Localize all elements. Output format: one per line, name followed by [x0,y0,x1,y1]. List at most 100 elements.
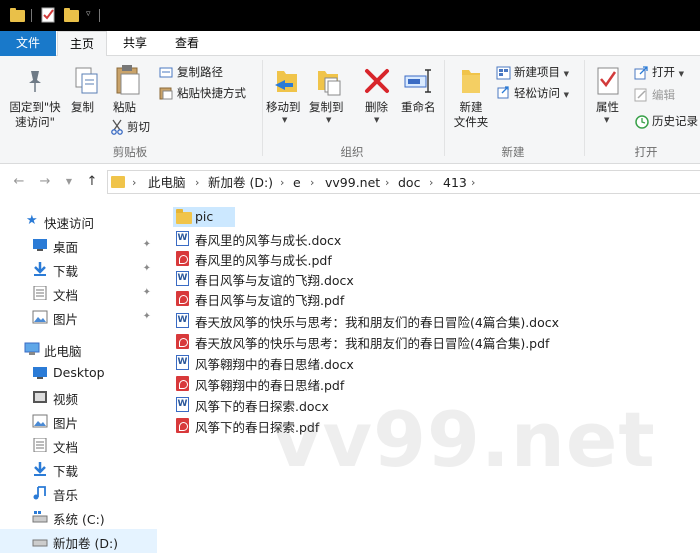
chevron-down-icon: ▼ [604,116,610,124]
paste-button[interactable]: 粘贴 [113,100,136,115]
breadcrumb-separator[interactable]: › [195,174,199,192]
list-item[interactable]: 春日风筝与友谊的飞翔.docx [173,268,693,288]
documents-icon [32,285,48,301]
pin-label-line2: 速访问" [15,115,55,129]
word-document-icon [176,397,189,412]
nav-item-downloads[interactable]: 下载 [0,457,157,481]
delete-button[interactable]: 删除 [365,100,388,115]
new-item-button[interactable]: 新建项目 ▼ [514,65,569,82]
breadcrumb-separator[interactable]: › [385,174,389,192]
new-folder-label-2: 文件夹 [453,115,489,129]
list-item[interactable]: 春风里的风筝与成长.docx [173,228,693,248]
list-item[interactable]: 风筝翱翔中的春日思绪.pdf [173,373,693,393]
file-name: 春天放风筝的快乐与思考：我和朋友们的春日冒险(4篇合集).pdf [195,336,550,351]
pdf-icon [176,376,189,391]
group-separator [444,60,445,156]
new-item-icon [496,66,512,83]
list-item[interactable]: 春天放风筝的快乐与思考：我和朋友们的春日冒险(4篇合集).pdf [173,331,693,351]
pin-icon[interactable]: ✦ [143,311,151,322]
nav-item-pictures[interactable]: 图片 ✦ [0,305,157,329]
nav-label: 此电脑 [44,344,82,359]
easy-access-button[interactable]: 轻松访问 ▼ [514,86,569,103]
new-folder-button[interactable]: 新建 文件夹 [447,100,495,130]
folder-icon[interactable] [10,7,25,24]
breadcrumb-separator[interactable]: › [132,174,136,192]
chevron-down-icon[interactable]: ▼ [60,173,78,191]
nav-item-downloads[interactable]: 下载 ✦ [0,257,157,281]
paste-shortcut-button[interactable]: 粘贴快捷方式 [177,86,246,101]
nav-item-desktop[interactable]: 桌面 ✦ [0,233,157,257]
open-label: 打开 [652,65,675,79]
breadcrumb-separator[interactable]: › [280,174,284,192]
chevron-down-icon: ▼ [563,70,570,78]
address-bar[interactable]: › 此电脑 › 新加卷 (D:) › e › vv99.net › doc › … [107,170,700,194]
breadcrumb-vv99[interactable]: vv99.net [325,174,380,192]
nav-item-documents[interactable]: 文档 ✦ [0,281,157,305]
history-button[interactable]: 历史记录 [652,114,698,129]
checkmark-properties-icon[interactable] [41,7,56,24]
list-item[interactable]: 春风里的风筝与成长.pdf [173,248,693,268]
pin-icon[interactable]: ✦ [143,263,151,274]
paste-icon [114,64,142,99]
nav-item-drive-d[interactable]: 新加卷 (D:) [0,529,157,553]
nav-item-drive-c[interactable]: 系统 (C:) [0,505,157,529]
nav-quick-access[interactable]: ★ 快速访问 [0,209,157,233]
rename-button[interactable]: 重命名 [401,100,436,115]
navigation-pane: ★ 快速访问 桌面 ✦ 下载 ✦ 文档 ✦ 图片 ✦ 此电脑 Desktop 视… [0,201,157,553]
properties-button[interactable]: 属性 [596,100,619,115]
nav-item-videos[interactable]: 视频 [0,385,157,409]
list-item[interactable]: 春天放风筝的快乐与思考：我和朋友们的春日冒险(4篇合集).docx [173,310,693,330]
breadcrumb-413[interactable]: 413 [443,174,467,192]
file-name: 春天放风筝的快乐与思考：我和朋友们的春日冒险(4篇合集).docx [195,315,560,330]
open-button[interactable]: 打开 ▼ [652,65,684,82]
list-item[interactable]: 风筝翱翔中的春日思绪.docx [173,352,693,372]
breadcrumb-separator[interactable]: › [429,174,433,192]
breadcrumb-separator[interactable]: › [471,174,475,192]
breadcrumb-this-pc[interactable]: 此电脑 [148,174,186,192]
copy-button[interactable]: 复制 [71,100,94,115]
folder-icon[interactable] [64,7,79,24]
move-to-button[interactable]: 移动到 [266,100,301,115]
nav-this-pc[interactable]: 此电脑 [0,337,157,361]
breadcrumb-separator[interactable]: › [310,174,314,192]
word-document-icon [176,271,189,286]
copy-icon [74,66,100,99]
ribbon-tabs: 文件 主页 共享 查看 [0,31,700,57]
nav-item-documents[interactable]: 文档 [0,433,157,457]
new-item-label: 新建项目 [514,65,560,79]
pin-icon[interactable]: ✦ [143,239,151,250]
new-folder-icon [459,66,483,99]
tab-share[interactable]: 共享 [110,31,160,56]
pdf-icon [176,334,189,349]
video-icon [32,390,48,404]
nav-item-music[interactable]: 音乐 [0,481,157,505]
tab-view[interactable]: 查看 [162,31,212,56]
group-separator [584,60,585,156]
copy-to-button[interactable]: 复制到 [309,100,344,115]
cut-button[interactable]: 剪切 [127,120,150,135]
list-item[interactable]: 春日风筝与友谊的飞翔.pdf [173,288,693,308]
nav-item-desktop[interactable]: Desktop [0,361,157,385]
dropdown-icon[interactable]: ▿ [86,9,91,19]
nav-label: 音乐 [53,488,79,503]
title-bar: ▿ [0,0,700,31]
star-icon: ★ [26,213,38,228]
breadcrumb-e[interactable]: e [293,174,301,192]
paste-shortcut-icon [159,86,173,103]
breadcrumb-drive-d[interactable]: 新加卷 (D:) [208,174,273,192]
tab-file[interactable]: 文件 [0,31,56,56]
copy-path-button[interactable]: 复制路径 [177,65,223,80]
nav-label: Desktop [53,365,105,380]
back-arrow-icon[interactable]: ← [10,173,28,191]
up-arrow-icon[interactable]: ↑ [83,173,101,191]
forward-arrow-icon[interactable]: → [36,173,54,191]
pictures-icon [32,310,48,324]
pin-icon[interactable]: ✦ [143,287,151,298]
edit-button[interactable]: 编辑 [652,88,675,103]
chevron-down-icon: ▼ [678,70,685,78]
list-item[interactable]: pic [173,207,235,227]
nav-item-pictures[interactable]: 图片 [0,409,157,433]
pin-quick-access-button[interactable]: 固定到"快 速访问" [3,100,67,130]
tab-home[interactable]: 主页 [57,31,107,57]
breadcrumb-doc[interactable]: doc [398,174,420,192]
